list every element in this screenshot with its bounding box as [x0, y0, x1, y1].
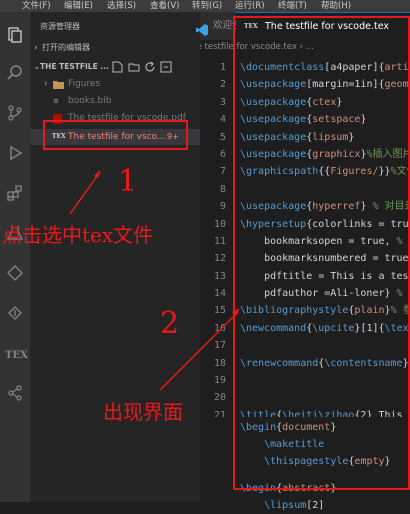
- annotation-number-1: 1: [118, 164, 138, 199]
- annotation-text-2: 出现界面: [103, 400, 183, 424]
- annotation-text-1: 点击选中tex文件: [2, 223, 154, 247]
- annotation-number-2: 2: [160, 306, 180, 341]
- arrow-2-head-icon: [232, 308, 240, 316]
- arrow-1-icon: [69, 171, 101, 215]
- annotation-arrows: [69, 170, 240, 391]
